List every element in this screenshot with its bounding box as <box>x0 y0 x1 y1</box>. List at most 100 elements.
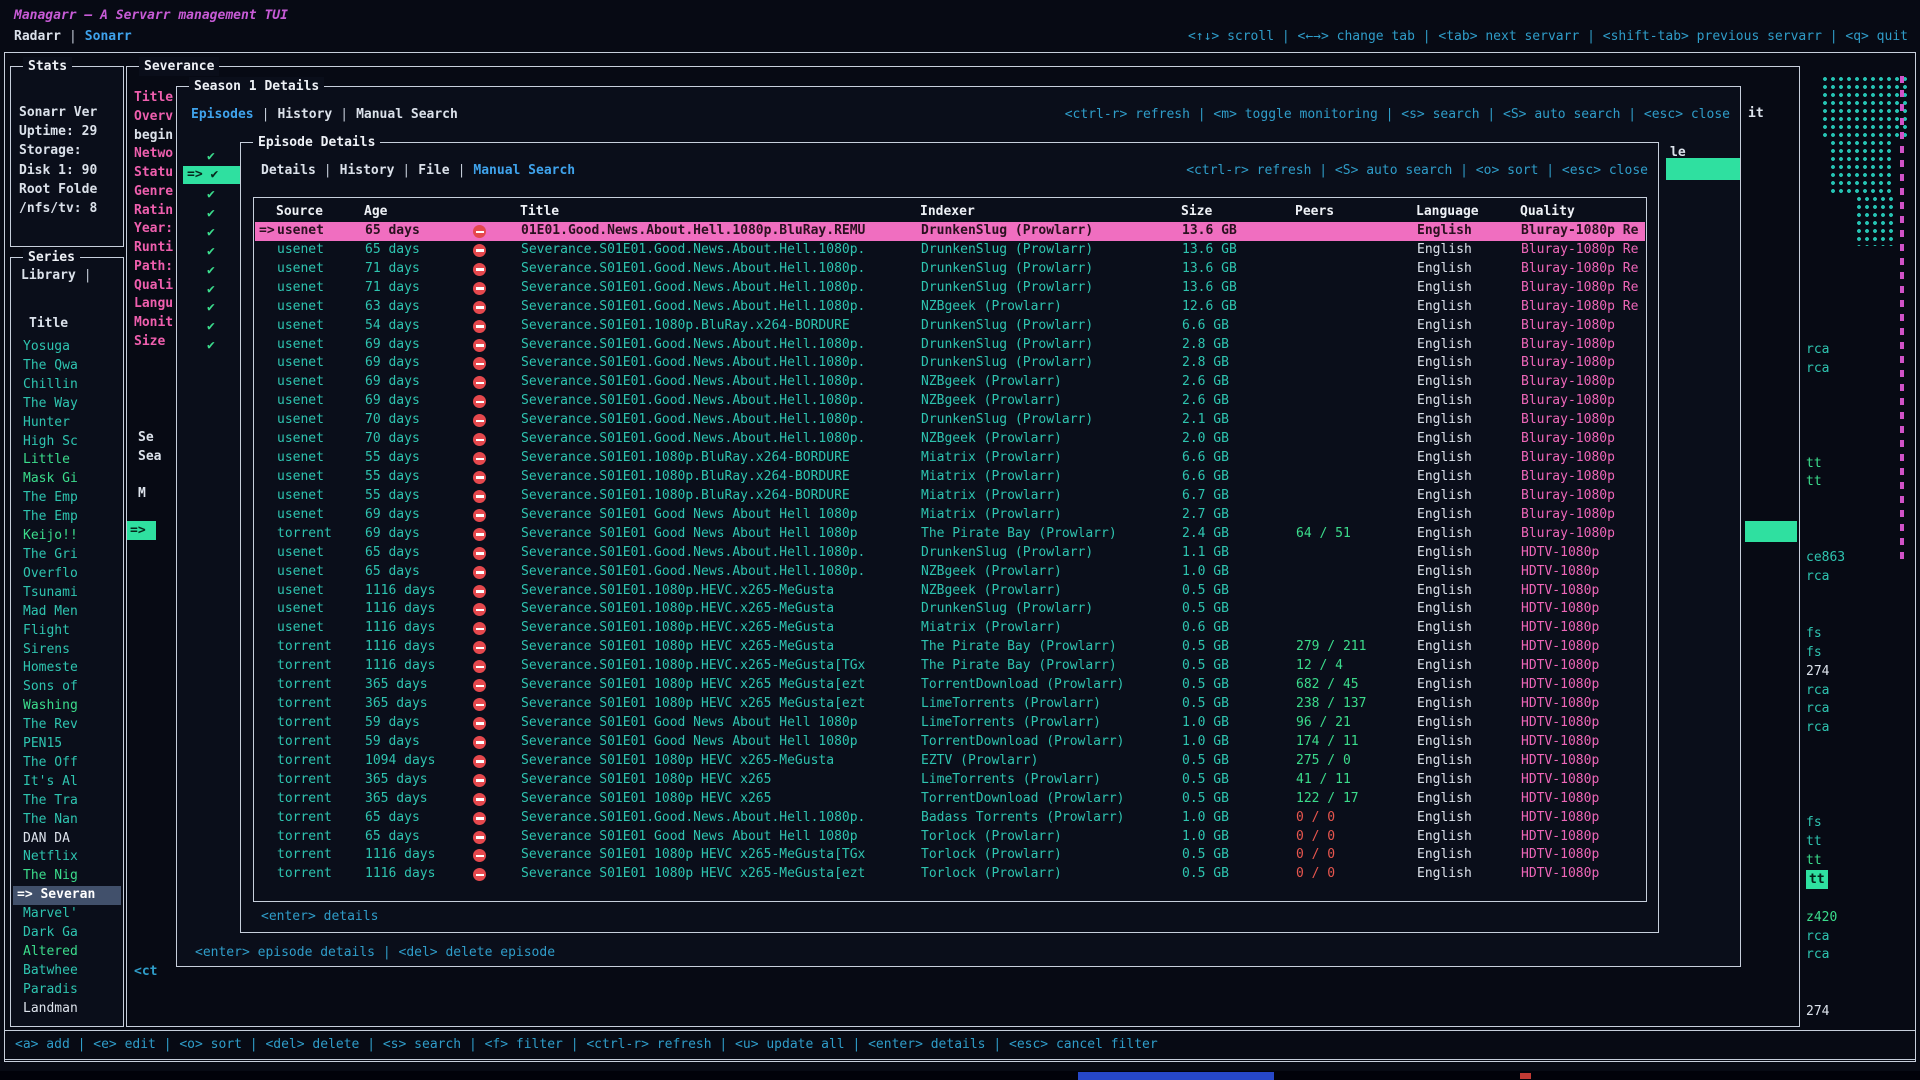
library-item[interactable]: PEN15 <box>13 735 121 754</box>
library-item[interactable]: Sirens <box>13 641 121 660</box>
library-item[interactable]: The Rev <box>13 716 121 735</box>
result-row[interactable]: torrent65 daysSeverance.S01E01.Good.News… <box>255 809 1645 828</box>
library-item[interactable]: The Emp <box>13 489 121 508</box>
result-row[interactable]: usenet70 daysSeverance.S01E01.Good.News.… <box>255 411 1645 430</box>
library-item[interactable]: Washing <box>13 697 121 716</box>
library-item[interactable]: Tsunami <box>13 584 121 603</box>
result-row[interactable]: torrent69 daysSeverance S01E01 Good News… <box>255 525 1645 544</box>
result-row[interactable]: usenet69 daysSeverance.S01E01.Good.News.… <box>255 373 1645 392</box>
cell-source: usenet <box>277 487 324 506</box>
result-row[interactable]: usenet65 daysSeverance.S01E01.Good.News.… <box>255 563 1645 582</box>
library-item[interactable]: Homeste <box>13 659 121 678</box>
tab-radarr[interactable]: Radarr <box>14 29 61 44</box>
result-row[interactable]: usenet55 daysSeverance.S01E01.1080p.BluR… <box>255 449 1645 468</box>
library-item[interactable]: The Nan <box>13 811 121 830</box>
taskbar-item[interactable] <box>1078 1072 1274 1080</box>
result-row[interactable]: usenet65 daysSeverance.S01E01.Good.News.… <box>255 241 1645 260</box>
result-row[interactable]: torrent65 daysSeverance S01E01 Good News… <box>255 828 1645 847</box>
result-row[interactable]: usenet69 daysSeverance.S01E01.Good.News.… <box>255 354 1645 373</box>
result-row[interactable]: usenet1116 daysSeverance.S01E01.1080p.HE… <box>255 600 1645 619</box>
library-item[interactable]: Paradis <box>13 981 121 1000</box>
library-item[interactable]: Landman <box>13 1000 121 1019</box>
library-item[interactable]: Mad Men <box>13 603 121 622</box>
result-row[interactable]: torrent365 daysSeverance S01E01 1080p HE… <box>255 771 1645 790</box>
tab-episode-history[interactable]: History <box>340 163 395 178</box>
result-row[interactable]: usenet1116 daysSeverance.S01E01.1080p.HE… <box>255 619 1645 638</box>
library-item[interactable]: High Sc <box>13 433 121 452</box>
clipped-text-fragment: rca <box>1806 681 1829 700</box>
tab-season-history[interactable]: History <box>277 107 332 122</box>
library-item[interactable]: Little <box>13 451 121 470</box>
result-row[interactable]: torrent1094 daysSeverance S01E01 1080p H… <box>255 752 1645 771</box>
cell-quality: HDTV-1080p <box>1521 790 1647 809</box>
library-item[interactable]: The Qwa <box>13 357 121 376</box>
cell-language: English <box>1417 544 1472 563</box>
cell-age: 71 days <box>365 260 420 279</box>
library-item[interactable]: The Nig <box>13 867 121 886</box>
tab-season-manual-search[interactable]: Manual Search <box>356 107 458 122</box>
library-item[interactable]: Overflo <box>13 565 121 584</box>
result-row[interactable]: usenet69 daysSeverance S01E01 Good News … <box>255 506 1645 525</box>
cell-language: English <box>1417 430 1472 449</box>
library-item[interactable]: Keijo!! <box>13 527 121 546</box>
library-item[interactable]: It's Al <box>13 773 121 792</box>
cell-peers: 279 / 211 <box>1296 638 1366 657</box>
tab-episode-file[interactable]: File <box>418 163 449 178</box>
result-row[interactable]: torrent1116 daysSeverance.S01E01.1080p.H… <box>255 657 1645 676</box>
result-row[interactable]: torrent1116 daysSeverance S01E01 1080p H… <box>255 638 1645 657</box>
taskbar <box>0 1071 1920 1080</box>
result-row[interactable]: torrent1116 daysSeverance S01E01 1080p H… <box>255 865 1645 884</box>
library-item[interactable]: Hunter <box>13 414 121 433</box>
library-item-selected[interactable]: => Severan <box>13 886 121 905</box>
result-row[interactable]: usenet69 daysSeverance.S01E01.Good.News.… <box>255 336 1645 355</box>
library-item[interactable]: The Emp <box>13 508 121 527</box>
result-row[interactable]: usenet1116 daysSeverance.S01E01.1080p.HE… <box>255 582 1645 601</box>
result-row[interactable]: usenet71 daysSeverance.S01E01.Good.News.… <box>255 279 1645 298</box>
library-item[interactable]: Marvel' <box>13 905 121 924</box>
tab-episodes[interactable]: Episodes <box>191 107 254 122</box>
library-item[interactable]: Batwhee <box>13 962 121 981</box>
taskbar-indicator[interactable] <box>1520 1073 1531 1079</box>
series-field-fragment: Netwo <box>134 144 178 163</box>
result-row[interactable]: usenet70 daysSeverance.S01E01.Good.News.… <box>255 430 1645 449</box>
library-item[interactable]: Netflix <box>13 848 121 867</box>
tab-episode-manual-search[interactable]: Manual Search <box>473 163 575 178</box>
library-item[interactable]: The Gri <box>13 546 121 565</box>
result-row[interactable]: usenet55 daysSeverance.S01E01.1080p.BluR… <box>255 487 1645 506</box>
library-item[interactable]: The Tra <box>13 792 121 811</box>
clipped-text-fragment: fs <box>1806 813 1822 832</box>
result-row[interactable]: usenet71 daysSeverance.S01E01.Good.News.… <box>255 260 1645 279</box>
library-item[interactable]: Yosuga <box>13 338 121 357</box>
monitored-icon: ✔ <box>207 204 215 223</box>
library-item[interactable]: The Way <box>13 395 121 414</box>
result-row[interactable]: torrent365 daysSeverance S01E01 1080p HE… <box>255 676 1645 695</box>
cell-indexer: DrunkenSlug (Prowlarr) <box>921 544 1093 563</box>
monitored-icon: ✔ <box>207 317 215 336</box>
result-row[interactable]: usenet63 daysSeverance.S01E01.Good.News.… <box>255 298 1645 317</box>
cell-title: Severance S01E01 1080p HEVC x265-MeGusta… <box>521 865 917 884</box>
cell-source: torrent <box>277 638 332 657</box>
result-row[interactable]: torrent365 daysSeverance S01E01 1080p HE… <box>255 790 1645 809</box>
result-row[interactable]: torrent59 daysSeverance S01E01 Good News… <box>255 733 1645 752</box>
result-row[interactable]: torrent365 daysSeverance S01E01 1080p HE… <box>255 695 1645 714</box>
result-row[interactable]: usenet65 daysSeverance.S01E01.Good.News.… <box>255 544 1645 563</box>
library-item[interactable]: Dark Ga <box>13 924 121 943</box>
library-item[interactable]: Flight <box>13 622 121 641</box>
tab-sonarr[interactable]: Sonarr <box>85 29 132 44</box>
tab-episode-details[interactable]: Details <box>261 163 316 178</box>
result-row[interactable]: usenet54 daysSeverance.S01E01.1080p.BluR… <box>255 317 1645 336</box>
library-item[interactable]: Altered <box>13 943 121 962</box>
library-item[interactable]: Mask Gi <box>13 470 121 489</box>
library-item[interactable]: DAN DA <box>13 830 121 849</box>
result-row[interactable]: =>usenet65 days01E01.Good.News.About.Hel… <box>255 222 1645 241</box>
tab-library[interactable]: Library <box>21 268 76 283</box>
result-row[interactable]: usenet55 daysSeverance.S01E01.1080p.BluR… <box>255 468 1645 487</box>
result-row[interactable]: torrent1116 daysSeverance S01E01 1080p H… <box>255 846 1645 865</box>
library-item[interactable]: The Off <box>13 754 121 773</box>
cell-source: usenet <box>277 411 324 430</box>
library-item[interactable]: Chillin <box>13 376 121 395</box>
cell-peers: 0 / 0 <box>1296 846 1335 865</box>
result-row[interactable]: torrent59 daysSeverance S01E01 Good News… <box>255 714 1645 733</box>
result-row[interactable]: usenet69 daysSeverance.S01E01.Good.News.… <box>255 392 1645 411</box>
library-item[interactable]: Sons of <box>13 678 121 697</box>
